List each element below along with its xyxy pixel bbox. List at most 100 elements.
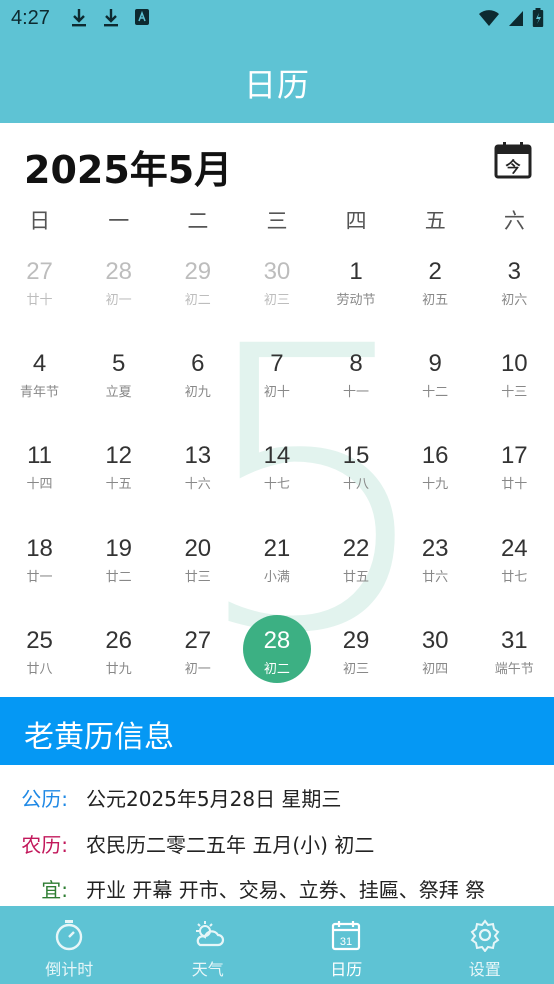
svg-text:今: 今	[504, 158, 520, 176]
lunar-day-label: 十三	[501, 385, 528, 401]
calendar-day[interactable]: 6 初九	[158, 342, 237, 434]
almanac-title: 老黄历信息	[24, 720, 174, 755]
calendar-day[interactable]: 12 十五	[79, 434, 158, 526]
calendar-day[interactable]: 4 青年节	[0, 342, 79, 434]
calendar-day[interactable]: 8 十一	[317, 342, 396, 434]
signal-icon	[509, 11, 523, 26]
day-number: 28	[263, 626, 291, 654]
nav-calendar-label: 日历	[330, 960, 363, 979]
lunar-day-label: 廿二	[105, 569, 132, 585]
day-number: 1	[349, 258, 363, 285]
lunar-day-label: 十一	[343, 385, 370, 401]
day-number: 16	[421, 442, 449, 470]
calendar-day[interactable]: 7 初十	[237, 342, 316, 434]
lunar-date-label: 农历:	[21, 833, 68, 857]
day-number: 29	[342, 626, 370, 654]
month-title: 2025年5月	[24, 148, 233, 192]
solar-date-value: 公元2025年5月28日 星期三	[86, 787, 342, 811]
calendar-day[interactable]: 22 廿五	[317, 527, 396, 619]
nav-countdown-label: 倒计时	[45, 960, 94, 979]
day-number: 29	[184, 258, 212, 285]
calendar-day[interactable]: 27 廿十	[0, 250, 79, 342]
calendar-day[interactable]: 11 十四	[0, 434, 79, 526]
weekday-label: 三	[266, 209, 288, 233]
calendar-day[interactable]: 19 廿二	[79, 527, 158, 619]
day-number: 12	[105, 442, 133, 470]
calendar-day[interactable]: 3 初六	[475, 250, 554, 342]
svg-text:31: 31	[340, 936, 352, 948]
day-number: 14	[263, 442, 291, 470]
lunar-day-label: 廿八	[26, 661, 53, 677]
calendar-day[interactable]: 29 初二	[158, 250, 237, 342]
calendar-day[interactable]: 2 初五	[396, 250, 475, 342]
calendar-day[interactable]: 18 廿一	[0, 527, 79, 619]
calendar-day[interactable]: 17 廿十	[475, 434, 554, 526]
app-bar-title: 日历	[243, 66, 310, 104]
day-number: 27	[184, 626, 212, 654]
lunar-day-label: 廿九	[105, 661, 132, 677]
day-number: 19	[105, 534, 133, 562]
lunar-day-label: 初四	[422, 661, 449, 677]
calendar-day[interactable]: 16 十九	[396, 434, 475, 526]
calendar-day[interactable]: 15 十八	[317, 434, 396, 526]
lunar-day-label: 十七	[263, 477, 290, 493]
nav-calendar[interactable]: 31 日历	[277, 906, 416, 984]
calendar-week-row: 27 廿十 28 初一 29 初二 30 初三 1 劳动节 2 初五 3 初六	[0, 250, 554, 342]
calendar-day[interactable]: 5 立夏	[79, 342, 158, 434]
day-number: 25	[26, 626, 53, 654]
day-number: 8	[349, 350, 363, 378]
today-button[interactable]: 今	[494, 141, 532, 179]
nav-weather[interactable]: 天气	[139, 906, 278, 984]
battery-icon	[532, 8, 544, 27]
nav-settings[interactable]: 设置	[416, 906, 554, 984]
weekday-label: 六	[503, 209, 525, 233]
calendar-week-row: 11 十四 12 十五 13 十六 14 十七 15 十八 16 十九 17 廿十	[0, 434, 554, 526]
calendar-day[interactable]: 9 十二	[396, 342, 475, 434]
lunar-day-label: 十八	[343, 477, 370, 493]
day-number: 22	[342, 534, 370, 562]
weekday-label: 二	[187, 209, 209, 233]
day-number: 24	[500, 534, 528, 562]
calendar-day[interactable]: 13 十六	[158, 434, 237, 526]
yi-row: 宜: 开业 开幕 开市、交易、立券、挂匾、祭拜 祭	[0, 874, 554, 910]
lunar-day-label: 十五	[105, 477, 132, 493]
day-number: 3	[507, 258, 521, 285]
solar-date-row: 公历: 公元2025年5月28日 星期三	[0, 783, 554, 819]
day-number: 28	[105, 258, 133, 285]
day-number: 23	[421, 534, 449, 562]
lunar-day-label: 初六	[501, 293, 528, 308]
weekday-label: 四	[345, 209, 367, 233]
calendar-day[interactable]: 1 劳动节	[317, 250, 396, 342]
calendar-day[interactable]: 20 廿三	[158, 527, 237, 619]
nav-weather-label: 天气	[191, 960, 224, 979]
calendar-day[interactable]: 10 十三	[475, 342, 554, 434]
lunar-day-label: 廿十	[26, 293, 53, 308]
yi-value: 开业 开幕 开市、交易、立券、挂匾、祭拜 祭	[86, 878, 486, 902]
nav-settings-label: 设置	[468, 960, 501, 979]
calendar-day[interactable]: 21 小满	[237, 527, 316, 619]
calendar-day[interactable]: 23 廿六	[396, 527, 475, 619]
day-number: 18	[26, 534, 53, 562]
yi-label: 宜:	[41, 878, 68, 902]
lunar-day-label: 十六	[184, 477, 211, 493]
status-notifications	[70, 8, 150, 28]
calendar-day[interactable]: 24 廿七	[475, 527, 554, 619]
day-number: 27	[26, 258, 53, 285]
nav-countdown[interactable]: 倒计时	[0, 906, 139, 984]
calendar-week-row: 4 青年节 5 立夏 6 初九 7 初十 8 十一 9 十二 10 十三	[0, 342, 554, 434]
calendar-day[interactable]: 28 初一	[79, 250, 158, 342]
calendar-day[interactable]: 30 初三	[237, 250, 316, 342]
day-number: 21	[263, 534, 291, 562]
weekday-header: 日 一 二 三 四 五 六	[0, 205, 554, 237]
day-number: 9	[428, 350, 442, 378]
lunar-day-label: 廿十	[501, 477, 528, 493]
lunar-day-label: 廿一	[26, 569, 53, 585]
day-number: 26	[105, 626, 133, 654]
status-time: 4:27	[11, 7, 50, 29]
weather-icon	[195, 921, 224, 947]
lunar-day-label: 廿五	[343, 569, 370, 585]
lunar-day-label: 初五	[422, 293, 449, 308]
day-number: 11	[27, 442, 53, 470]
lunar-day-label: 端午节	[494, 661, 534, 677]
calendar-day[interactable]: 14 十七	[237, 434, 316, 526]
